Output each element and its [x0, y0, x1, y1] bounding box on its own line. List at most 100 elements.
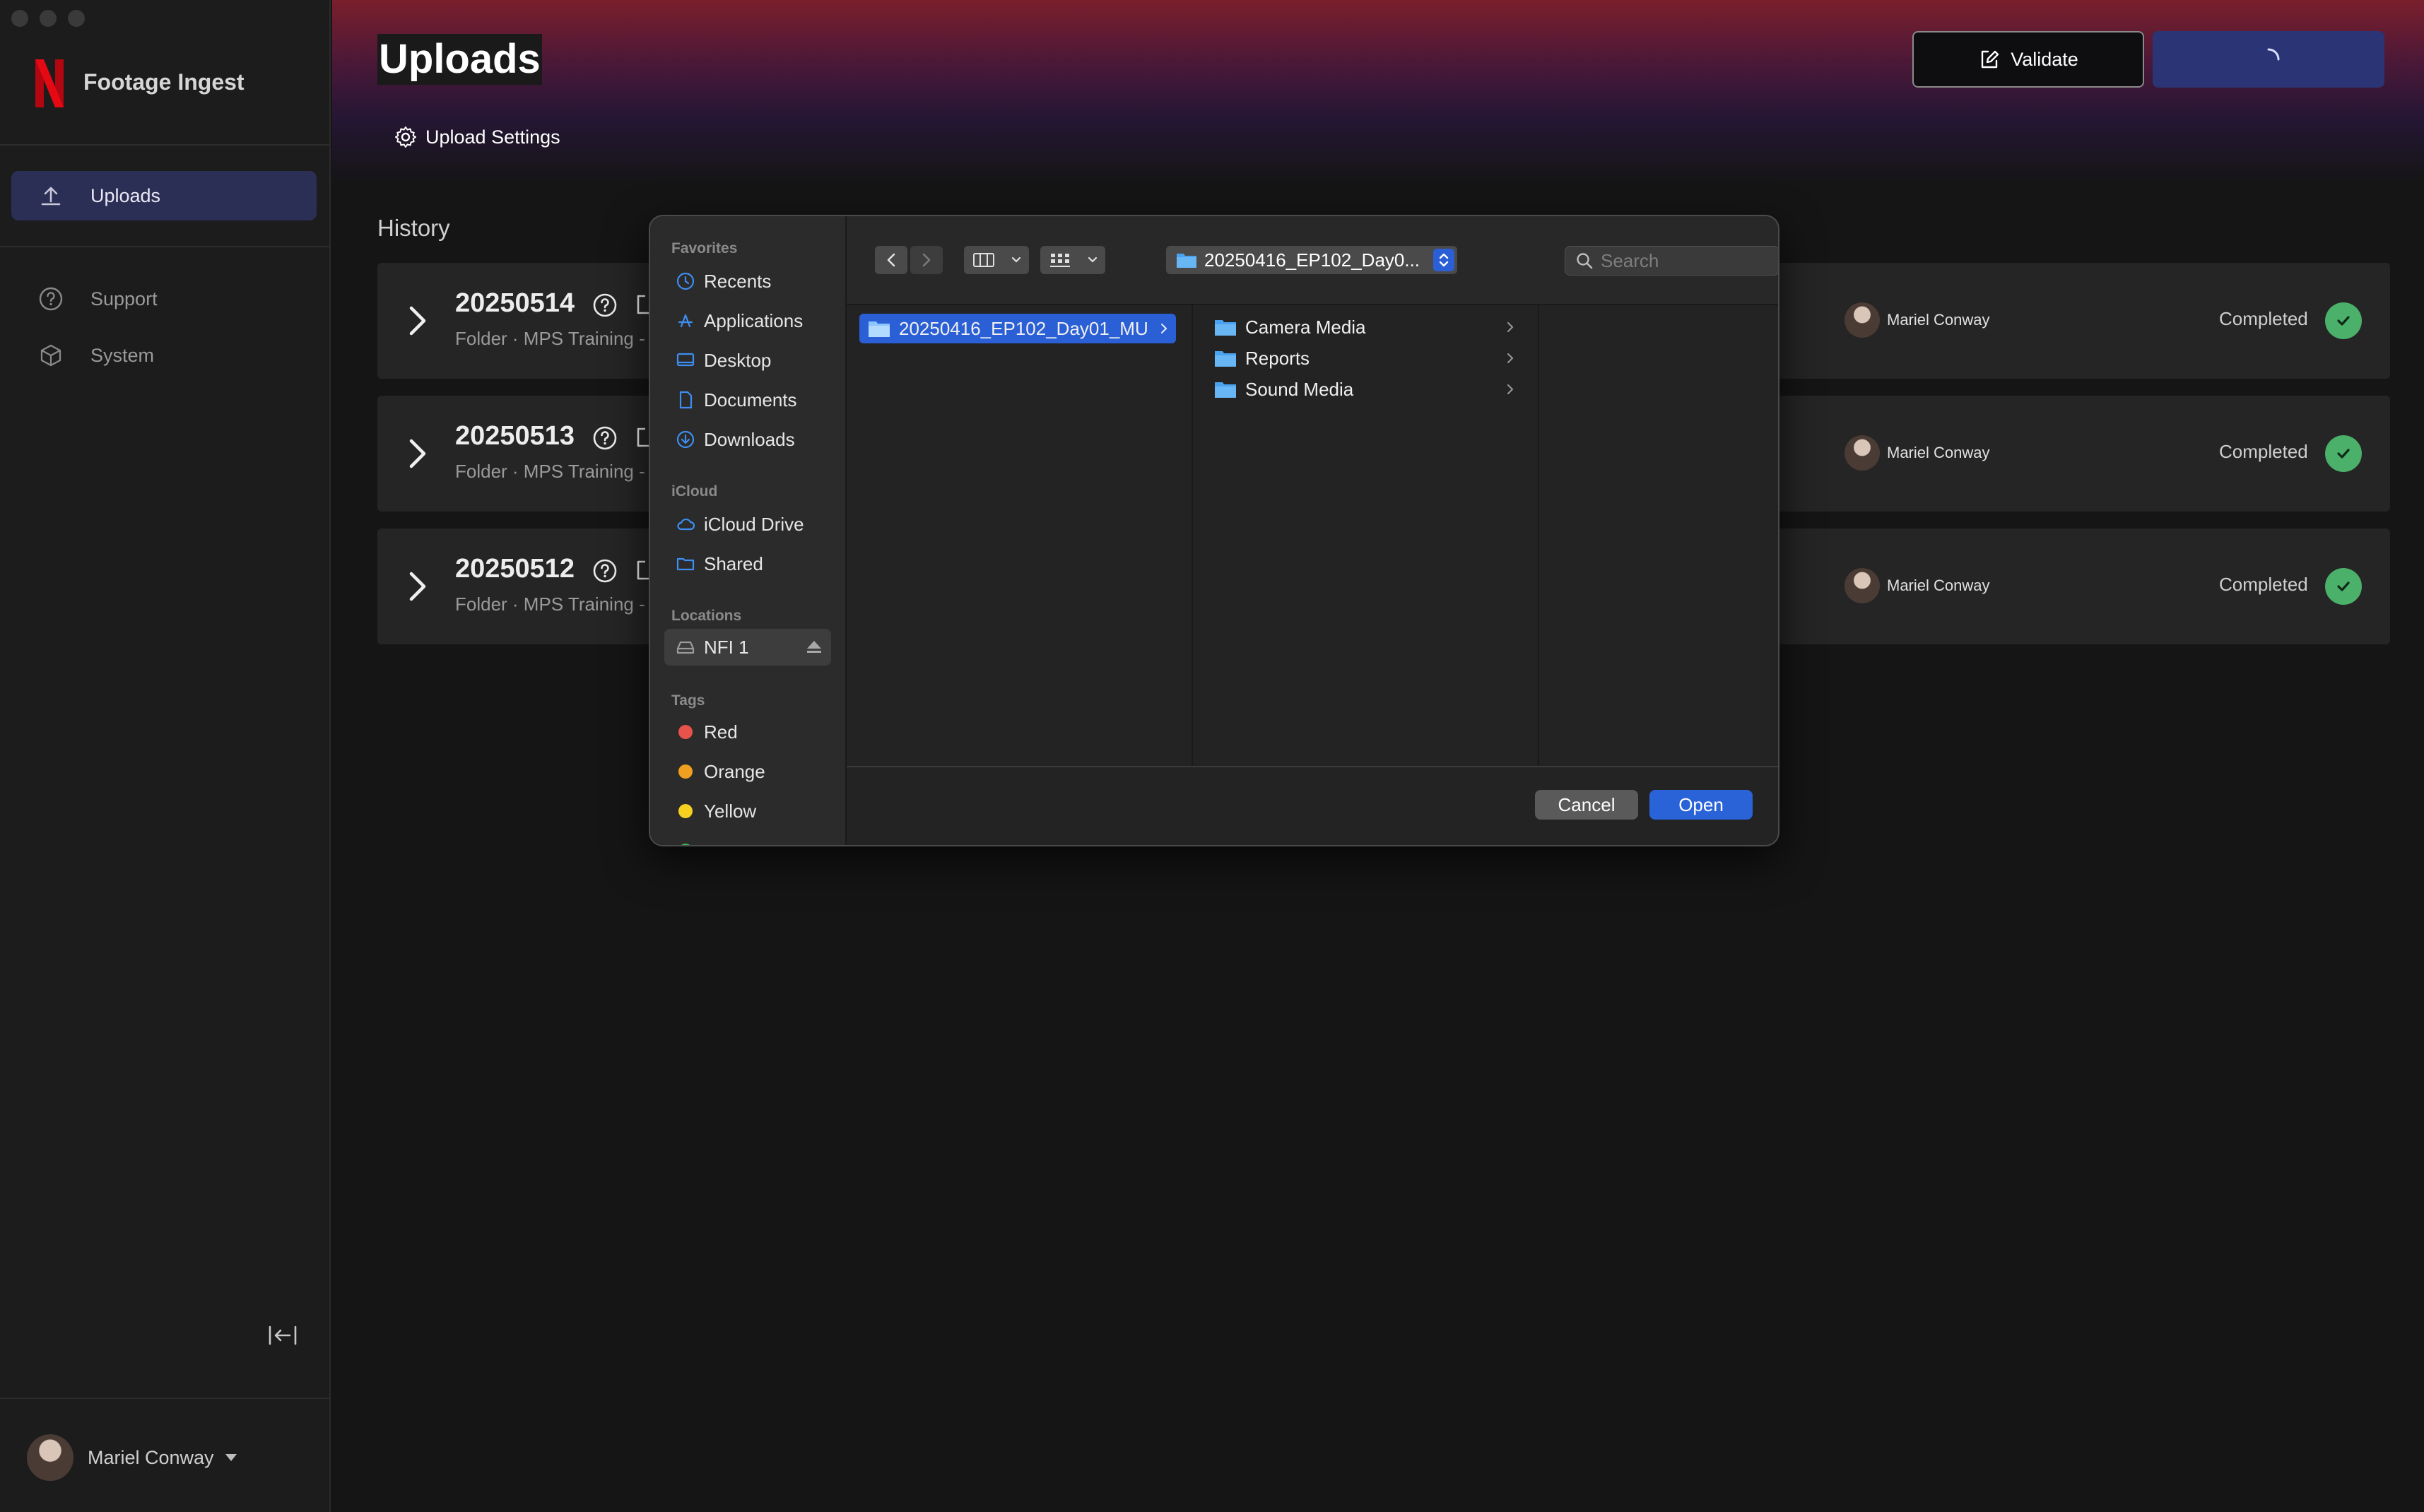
tag-yellow[interactable]: Yellow: [664, 793, 831, 829]
sidebar-divider: [0, 144, 329, 146]
path-label: 20250416_EP102_Day0...: [1204, 249, 1420, 271]
tag-label: Red: [704, 721, 738, 743]
sidebar-item-label: iCloud Drive: [704, 513, 804, 535]
sidebar-item-uploads[interactable]: Uploads: [11, 171, 317, 220]
section-favorites: Favorites: [671, 240, 738, 256]
row-user-name: Mariel Conway: [1887, 577, 1990, 594]
row-title: 20250513: [455, 421, 575, 451]
sidebar-item-recents[interactable]: Recents: [664, 263, 831, 300]
chevron-right-icon: [1161, 324, 1167, 333]
tag-label: Yellow: [704, 800, 757, 822]
open-button[interactable]: Open: [1649, 790, 1753, 820]
folder-name: Camera Media: [1245, 316, 1366, 338]
row-user-name: Mariel Conway: [1887, 444, 1990, 461]
eject-icon[interactable]: [806, 639, 823, 655]
yellow-tag-dot-icon: [678, 804, 693, 818]
view-columns-button[interactable]: [964, 246, 1029, 274]
edit-icon: [1982, 50, 1999, 69]
sidebar-item-icloud-drive[interactable]: iCloud Drive: [664, 506, 831, 543]
validate-button[interactable]: Validate: [1912, 31, 2144, 88]
help-circle-icon[interactable]: [592, 425, 618, 451]
gear-icon: [395, 126, 416, 148]
upload-settings-button[interactable]: Upload Settings: [394, 126, 560, 148]
sidebar-item-system[interactable]: System: [11, 331, 317, 380]
folder-icon: [869, 321, 890, 337]
sidebar-item-nfi-1[interactable]: NFI 1: [664, 629, 831, 666]
header-background: [332, 0, 2424, 184]
help-circle-icon[interactable]: [592, 558, 618, 584]
tag-red[interactable]: Red: [664, 714, 831, 750]
group-view-button[interactable]: [1040, 246, 1105, 274]
columns-view-icon: [972, 253, 994, 267]
help-circle-icon[interactable]: [592, 293, 618, 318]
section-icloud: iCloud: [671, 483, 718, 500]
collapse-sidebar-icon[interactable]: [267, 1323, 298, 1348]
tag-label: Orange: [704, 760, 765, 782]
chevron-down-icon: [1088, 256, 1097, 263]
green-tag-dot-icon: [678, 844, 693, 845]
folder-icon: [1215, 320, 1236, 336]
validate-label: Validate: [2011, 48, 2078, 70]
user-name: Mariel Conway: [88, 1446, 214, 1468]
minimize-window-button[interactable]: [40, 10, 57, 27]
chevron-right-icon: [922, 253, 931, 267]
sidebar-item-label: Support: [90, 288, 158, 309]
zoom-window-button[interactable]: [68, 10, 85, 27]
upload-button[interactable]: [2153, 31, 2384, 88]
sidebar-item-downloads[interactable]: Downloads: [664, 421, 831, 458]
history-title: History: [377, 215, 450, 241]
folder-item-reports[interactable]: Reports: [1206, 343, 1522, 373]
tag-partial: [664, 832, 831, 845]
page-title: Uploads: [377, 34, 542, 85]
back-button[interactable]: [875, 246, 907, 274]
clock-icon: [676, 272, 695, 290]
folder-icon: [1177, 254, 1196, 268]
path-stepper: [1433, 249, 1454, 271]
sidebar-item-label: Shared: [704, 553, 763, 574]
search-icon: [1577, 253, 1593, 269]
folder-item-camera-media[interactable]: Camera Media: [1206, 312, 1522, 342]
sidebar: Footage Ingest Uploads Support System Ma…: [0, 0, 331, 1512]
red-tag-dot-icon: [678, 725, 693, 739]
folder-item-20250416[interactable]: 20250416_EP102_Day01_MU: [859, 314, 1176, 343]
sidebar-item-applications[interactable]: Applications: [664, 302, 831, 339]
chevron-right-icon[interactable]: [407, 569, 428, 603]
avatar: [1845, 568, 1880, 603]
sidebar-item-desktop[interactable]: Desktop: [664, 342, 831, 379]
sidebar-item-support[interactable]: Support: [11, 274, 317, 324]
folder-icon: [1215, 351, 1236, 367]
browser-column-2: Camera Media Reports Sound Media: [1193, 305, 1539, 766]
chevron-right-icon: [1507, 353, 1514, 363]
sidebar-item-shared[interactable]: Shared: [664, 545, 831, 582]
folder-name: Sound Media: [1245, 378, 1354, 400]
user-menu[interactable]: Mariel Conway: [27, 1434, 237, 1481]
search-field[interactable]: Search: [1565, 246, 1778, 276]
sidebar-item-documents[interactable]: Documents: [664, 382, 831, 418]
forward-button[interactable]: [910, 246, 943, 274]
chevron-left-icon: [887, 253, 895, 267]
sidebar-item-label: Documents: [704, 389, 797, 411]
status-badge: [2325, 302, 2362, 339]
browser-column-3: [1539, 305, 1778, 766]
document-icon: [679, 391, 693, 409]
chevron-right-icon[interactable]: [407, 437, 428, 471]
window-controls: [11, 10, 85, 27]
avatar: [27, 1434, 73, 1481]
path-popup-button[interactable]: 20250416_EP102_Day0...: [1166, 246, 1457, 274]
chevron-right-icon: [1507, 322, 1514, 332]
chevron-updown-icon: [1439, 253, 1449, 267]
sidebar-item-label: Applications: [704, 309, 804, 331]
sidebar-divider: [0, 1398, 329, 1399]
status-badge: [2325, 435, 2362, 472]
loading-spinner-icon: [2267, 48, 2280, 61]
app-title: Footage Ingest: [83, 69, 245, 95]
status-text: Completed: [2219, 441, 2308, 462]
tag-orange[interactable]: Orange: [664, 753, 831, 790]
checkmark-icon: [2337, 316, 2350, 326]
cancel-button[interactable]: Cancel: [1535, 790, 1638, 820]
folder-item-sound-media[interactable]: Sound Media: [1206, 374, 1522, 404]
sidebar-item-label: Recents: [704, 270, 772, 292]
chevron-right-icon[interactable]: [407, 304, 428, 338]
row-user: Mariel Conway: [1845, 568, 1990, 603]
close-window-button[interactable]: [11, 10, 28, 27]
